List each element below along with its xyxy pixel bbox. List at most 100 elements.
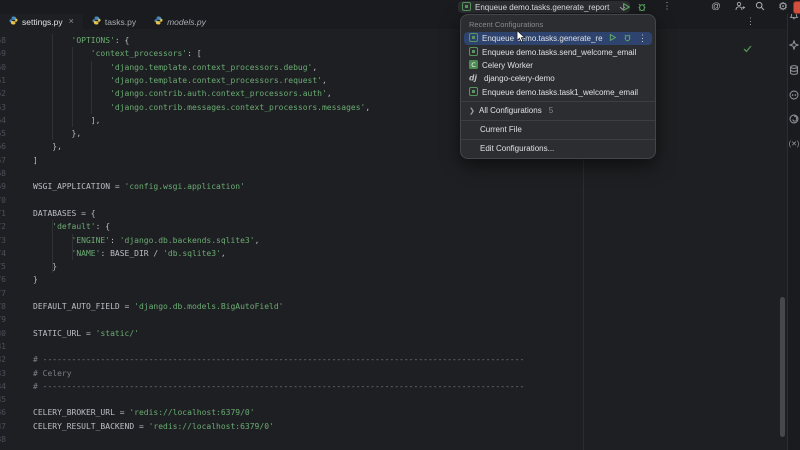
dropdown-header: Recent Configurations [461,17,655,32]
code-line: 78DEFAULT_AUTO_FIELD = 'django.db.models… [0,300,787,313]
run-config-item-label: Enqueue demo.tasks.task1_welcome_email [482,88,647,97]
run-config-item-0[interactable]: Enqueue demo.tasks.generate_re⋮ [464,32,652,45]
tab-models-py[interactable]: models.py [145,14,215,29]
line-number: 75 [0,260,6,273]
gear-icon: ⚙ [778,2,788,13]
run-icon[interactable] [608,33,617,44]
tab-label: settings.py [22,17,63,27]
code-line: 59 'context_processors': [ [0,47,787,60]
all-configurations-label: All Configurations [479,106,542,115]
mentions-button[interactable]: @ [708,0,724,14]
editor-scrollbar-thumb[interactable] [780,297,785,437]
separator [461,120,655,121]
line-number: 63 [0,101,6,114]
line-number: 79 [0,313,6,326]
code-editor[interactable]: 58 'OPTIONS': {59 'context_processors': … [0,29,787,450]
run-configuration-selector[interactable]: Enqueue demo.tasks.generate_report [458,1,630,13]
run-config-label: Enqueue demo.tasks.generate_report [475,3,615,12]
tab-settings-py[interactable]: settings.py × [0,14,83,29]
all-configurations-row[interactable]: ❯ All Configurations 5 [461,104,655,118]
run-config-item-2[interactable]: CCelery Worker [464,59,652,72]
code-line: 74 'NAME': BASE_DIR / 'db.sqlite3', [0,247,787,260]
line-number: 68 [0,167,6,180]
run-config-item-3[interactable]: djdjango-celery-demo [464,72,652,85]
line-number: 66 [0,140,6,153]
mouse-cursor [516,30,526,48]
line-number: 85 [0,393,6,406]
code-line: 73 'ENGINE': 'django.db.backends.sqlite3… [0,234,787,247]
enqueue-config-icon [469,87,478,98]
edit-configurations-row[interactable]: Edit Configurations... [461,142,655,156]
close-icon[interactable]: × [69,17,74,26]
inspections-ok-check-icon[interactable] [743,40,752,58]
kebab-icon: ⋮ [662,2,672,12]
enqueue-config-icon [469,47,478,58]
settings-button[interactable]: ⚙ [775,0,791,14]
enqueue-config-icon [469,33,478,44]
current-file-row[interactable]: Current File [461,123,655,137]
python-icon [92,16,101,27]
tab-options-kebab-icon[interactable]: ⋮ [746,16,755,27]
code-line: 65 }, [0,127,787,140]
endpoints-icon[interactable]: (✕) [789,139,799,149]
line-number: 74 [0,247,6,260]
line-number: 69 [0,180,6,193]
tab-tasks-py[interactable]: tasks.py [83,14,145,29]
code-line: 87CELERY_RESULT_BACKEND = 'redis://local… [0,420,787,433]
database-icon[interactable] [789,65,799,75]
line-number: 76 [0,273,6,286]
editor-tab-bar: settings.py × tasks.py models.py [0,14,800,29]
line-number: 73 [0,234,6,247]
separator [461,139,655,140]
run-config-item-1[interactable]: Enqueue demo.tasks.send_welcome_email [464,45,652,58]
code-line: 80STATIC_URL = 'static/' [0,327,787,340]
debug-icon[interactable] [623,33,632,44]
code-line: 62 'django.contrib.auth.context_processo… [0,87,787,100]
code-line: 81 [0,340,787,353]
line-number: 77 [0,287,6,300]
code-line: 77 [0,287,787,300]
kebab-icon[interactable]: ⋮ [638,33,647,44]
line-number: 61 [0,74,6,87]
line-number: 87 [0,420,6,433]
code-line: 69WSGI_APPLICATION = 'config.wsgi.applic… [0,180,787,193]
services-icon[interactable] [789,114,799,124]
edit-configurations-label: Edit Configurations... [480,144,554,153]
search-everywhere-button[interactable] [752,0,768,14]
run-config-item-label: Celery Worker [482,61,647,70]
main-toolbar [0,0,800,14]
line-number: 71 [0,207,6,220]
code-line: 76} [0,273,787,286]
code-line: 68 [0,167,787,180]
code-line: 86CELERY_BROKER_URL = 'redis://localhost… [0,406,787,419]
debug-button[interactable] [634,0,650,14]
all-configurations-count: 5 [549,106,553,115]
ai-assistant-icon[interactable] [789,40,799,50]
run-configurations-dropdown: Recent Configurations Enqueue demo.tasks… [460,14,656,159]
run-config-item-label: Enqueue demo.tasks.send_welcome_email [482,48,647,57]
code-line: 84# ------------------------------------… [0,380,787,393]
django-config-icon: dj [469,73,480,84]
code-line: 66 }, [0,140,787,153]
python-icon [154,16,163,27]
code-line: 72 'default': { [0,220,787,233]
current-file-label: Current File [480,125,522,134]
code-line: 75 } [0,260,787,273]
more-actions-button[interactable]: ⋮ [659,0,675,14]
corner-badge[interactable] [793,1,800,14]
run-button[interactable] [618,0,634,14]
run-config-item-4[interactable]: Enqueue demo.tasks.task1_welcome_email [464,86,652,99]
tab-label: tasks.py [105,17,136,27]
line-number: 60 [0,61,6,74]
line-number: 81 [0,340,6,353]
chevron-right-icon: ❯ [469,107,475,115]
line-number: 62 [0,87,6,100]
copilot-icon[interactable] [789,90,799,100]
code-line: 83# Celery [0,367,787,380]
code-line: 64 ], [0,114,787,127]
code-line: 85 [0,393,787,406]
code-line: 82# ------------------------------------… [0,353,787,366]
code-line: 71DATABASES = { [0,207,787,220]
code-with-me-button[interactable] [732,0,748,14]
endpoints-glyph: (✕) [789,140,800,148]
